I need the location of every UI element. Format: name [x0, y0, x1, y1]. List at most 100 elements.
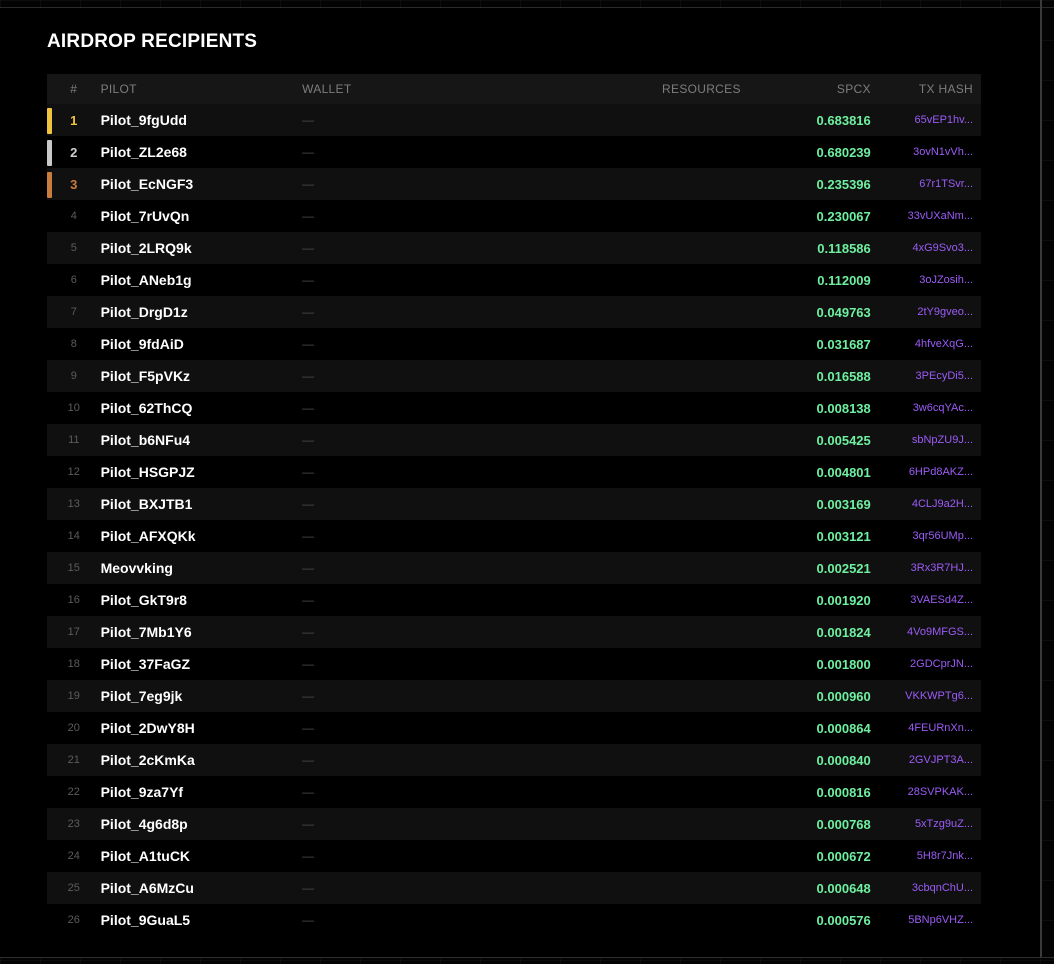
wallet-cell: —	[302, 177, 315, 191]
table-row[interactable]: 15 Meovvking — 0.002521 3Rx3R7HJ...	[47, 552, 981, 584]
table-row[interactable]: 14 Pilot_AFXQKk — 0.003121 3qr56UMp...	[47, 520, 981, 552]
page-title: AIRDROP RECIPIENTS	[47, 31, 258, 52]
tx-hash-link[interactable]: 33vUXaNm...	[871, 210, 981, 222]
table-row[interactable]: 10 Pilot_62ThCQ — 0.008138 3w6cqYAc...	[47, 392, 981, 424]
table-row[interactable]: 17 Pilot_7Mb1Y6 — 0.001824 4Vo9MFGS...	[47, 616, 981, 648]
spcx-amount: 0.003121	[816, 528, 871, 544]
spcx-amount: 0.008138	[816, 400, 871, 416]
table-row[interactable]: 5 Pilot_2LRQ9k — 0.118586 4xG9Svo3...	[47, 232, 981, 264]
pilot-name: Pilot_7rUvQn	[100, 208, 190, 224]
tx-hash-link[interactable]: sbNpZU9J...	[871, 434, 981, 446]
rank-cell: 5	[70, 242, 77, 254]
spcx-amount: 0.230067	[816, 208, 871, 224]
tx-hash-link[interactable]: 3qr56UMp...	[871, 530, 981, 542]
table-row[interactable]: 8 Pilot_9fdAiD — 0.031687 4hfveXqG...	[47, 328, 981, 360]
pilot-name: Pilot_9fgUdd	[100, 112, 187, 128]
table-row[interactable]: 16 Pilot_GkT9r8 — 0.001920 3VAESd4Z...	[47, 584, 981, 616]
tx-hash-link[interactable]: 6HPd8AKZ...	[871, 466, 981, 478]
column-header-wallet[interactable]: WALLET	[302, 82, 560, 96]
wallet-cell: —	[302, 209, 315, 223]
rank-cell: 2	[70, 144, 78, 160]
column-header-resources[interactable]: RESOURCES	[560, 82, 741, 96]
wallet-cell: —	[302, 721, 315, 735]
tx-hash-link[interactable]: 67r1TSvr...	[871, 178, 981, 190]
tx-hash-link[interactable]: 4FEURnXn...	[871, 722, 981, 734]
wallet-cell: —	[302, 529, 315, 543]
table-row[interactable]: 18 Pilot_37FaGZ — 0.001800 2GDCprJN...	[47, 648, 981, 680]
table-row[interactable]: 6 Pilot_ANeb1g — 0.112009 3oJZosih...	[47, 264, 981, 296]
spcx-amount: 0.000816	[816, 784, 871, 800]
tx-hash-link[interactable]: 5BNp6VHZ...	[871, 914, 981, 926]
table-row[interactable]: 21 Pilot_2cKmKa — 0.000840 2GVJPT3A...	[47, 744, 981, 776]
tx-hash-link[interactable]: 65vEP1hv...	[871, 114, 981, 126]
table-row[interactable]: 12 Pilot_HSGPJZ — 0.004801 6HPd8AKZ...	[47, 456, 981, 488]
tx-hash-link[interactable]: 5xTzg9uZ...	[871, 818, 981, 830]
tx-hash-link[interactable]: 3VAESd4Z...	[871, 594, 981, 606]
tx-hash-link[interactable]: 3cbqnChU...	[871, 882, 981, 894]
column-header-pilot[interactable]: PILOT	[101, 82, 302, 96]
table-row[interactable]: 11 Pilot_b6NFu4 — 0.005425 sbNpZU9J...	[47, 424, 981, 456]
rank-cell: 21	[67, 754, 80, 766]
table-row[interactable]: 2 Pilot_ZL2e68 — 0.680239 3ovN1vVh...	[47, 136, 981, 168]
wallet-cell: —	[302, 369, 315, 383]
table-row[interactable]: 22 Pilot_9za7Yf — 0.000816 28SVPKAK...	[47, 776, 981, 808]
column-header-spcx[interactable]: SPCX	[741, 82, 871, 96]
table-row[interactable]: 25 Pilot_A6MzCu — 0.000648 3cbqnChU...	[47, 872, 981, 904]
tx-hash-link[interactable]: 28SVPKAK...	[871, 786, 981, 798]
rank-cell: 8	[70, 338, 77, 350]
table-row[interactable]: 26 Pilot_9GuaL5 — 0.000576 5BNp6VHZ...	[47, 904, 981, 936]
wallet-cell: —	[302, 913, 315, 927]
tx-hash-link[interactable]: 5H8r7Jnk...	[871, 850, 981, 862]
tx-hash-link[interactable]: 2GDCprJN...	[871, 658, 981, 670]
table-row[interactable]: 24 Pilot_A1tuCK — 0.000672 5H8r7Jnk...	[47, 840, 981, 872]
wallet-cell: —	[302, 113, 315, 127]
pilot-name: Pilot_62ThCQ	[100, 400, 193, 416]
spcx-amount: 0.049763	[816, 304, 871, 320]
tx-hash-link[interactable]: 2tY9gveo...	[871, 306, 981, 318]
table-row[interactable]: 7 Pilot_DrgD1z — 0.049763 2tY9gveo...	[47, 296, 981, 328]
wallet-cell: —	[302, 337, 315, 351]
tx-hash-link[interactable]: 4Vo9MFGS...	[871, 626, 981, 638]
tx-hash-link[interactable]: 4CLJ9a2H...	[871, 498, 981, 510]
wallet-cell: —	[302, 273, 315, 287]
table-row[interactable]: 13 Pilot_BXJTB1 — 0.003169 4CLJ9a2H...	[47, 488, 981, 520]
table-row[interactable]: 20 Pilot_2DwY8H — 0.000864 4FEURnXn...	[47, 712, 981, 744]
tx-hash-link[interactable]: 3ovN1vVh...	[871, 146, 981, 158]
pilot-name: Pilot_A6MzCu	[100, 880, 194, 896]
spcx-amount: 0.016588	[816, 368, 871, 384]
rank-cell: 19	[67, 690, 80, 702]
tx-hash-link[interactable]: 3oJZosih...	[871, 274, 981, 286]
pilot-name: Pilot_EcNGF3	[100, 176, 194, 192]
table-row[interactable]: 23 Pilot_4g6d8p — 0.000768 5xTzg9uZ...	[47, 808, 981, 840]
spcx-amount: 0.000768	[816, 816, 871, 832]
pilot-name: Pilot_F5pVKz	[100, 368, 191, 384]
table-row[interactable]: 3 Pilot_EcNGF3 — 0.235396 67r1TSvr...	[47, 168, 981, 200]
scrollbar[interactable]	[1040, 0, 1042, 958]
wallet-cell: —	[302, 241, 315, 255]
table-row[interactable]: 19 Pilot_7eg9jk — 0.000960 VKKWPTg6...	[47, 680, 981, 712]
table-row[interactable]: 4 Pilot_7rUvQn — 0.230067 33vUXaNm...	[47, 200, 981, 232]
window-bottom-border	[0, 957, 1054, 958]
tx-hash-link[interactable]: 4hfveXqG...	[871, 338, 981, 350]
pilot-name: Pilot_HSGPJZ	[100, 464, 195, 480]
tx-hash-link[interactable]: 4xG9Svo3...	[871, 242, 981, 254]
column-header-tx-hash[interactable]: TX HASH	[871, 82, 981, 96]
tx-hash-link[interactable]: 2GVJPT3A...	[871, 754, 981, 766]
table-row[interactable]: 9 Pilot_F5pVKz — 0.016588 3PEcyDi5...	[47, 360, 981, 392]
tx-hash-link[interactable]: VKKWPTg6...	[871, 690, 981, 702]
table-header: # PILOT WALLET RESOURCES SPCX TX HASH	[47, 74, 981, 104]
wallet-cell: —	[302, 753, 315, 767]
tx-hash-link[interactable]: 3PEcyDi5...	[871, 370, 981, 382]
spcx-amount: 0.005425	[816, 432, 871, 448]
rank-cell: 17	[67, 626, 80, 638]
tx-hash-link[interactable]: 3Rx3R7HJ...	[871, 562, 981, 574]
tx-hash-link[interactable]: 3w6cqYAc...	[871, 402, 981, 414]
wallet-cell: —	[302, 593, 315, 607]
wallet-cell: —	[302, 785, 315, 799]
column-header-rank[interactable]: #	[47, 82, 101, 96]
spcx-amount: 0.000960	[816, 688, 871, 704]
table-row[interactable]: 1 Pilot_9fgUdd — 0.683816 65vEP1hv...	[47, 104, 981, 136]
pilot-name: Pilot_9GuaL5	[100, 912, 191, 928]
pilot-name: Pilot_7eg9jk	[100, 688, 183, 704]
rank-cell: 18	[67, 658, 80, 670]
